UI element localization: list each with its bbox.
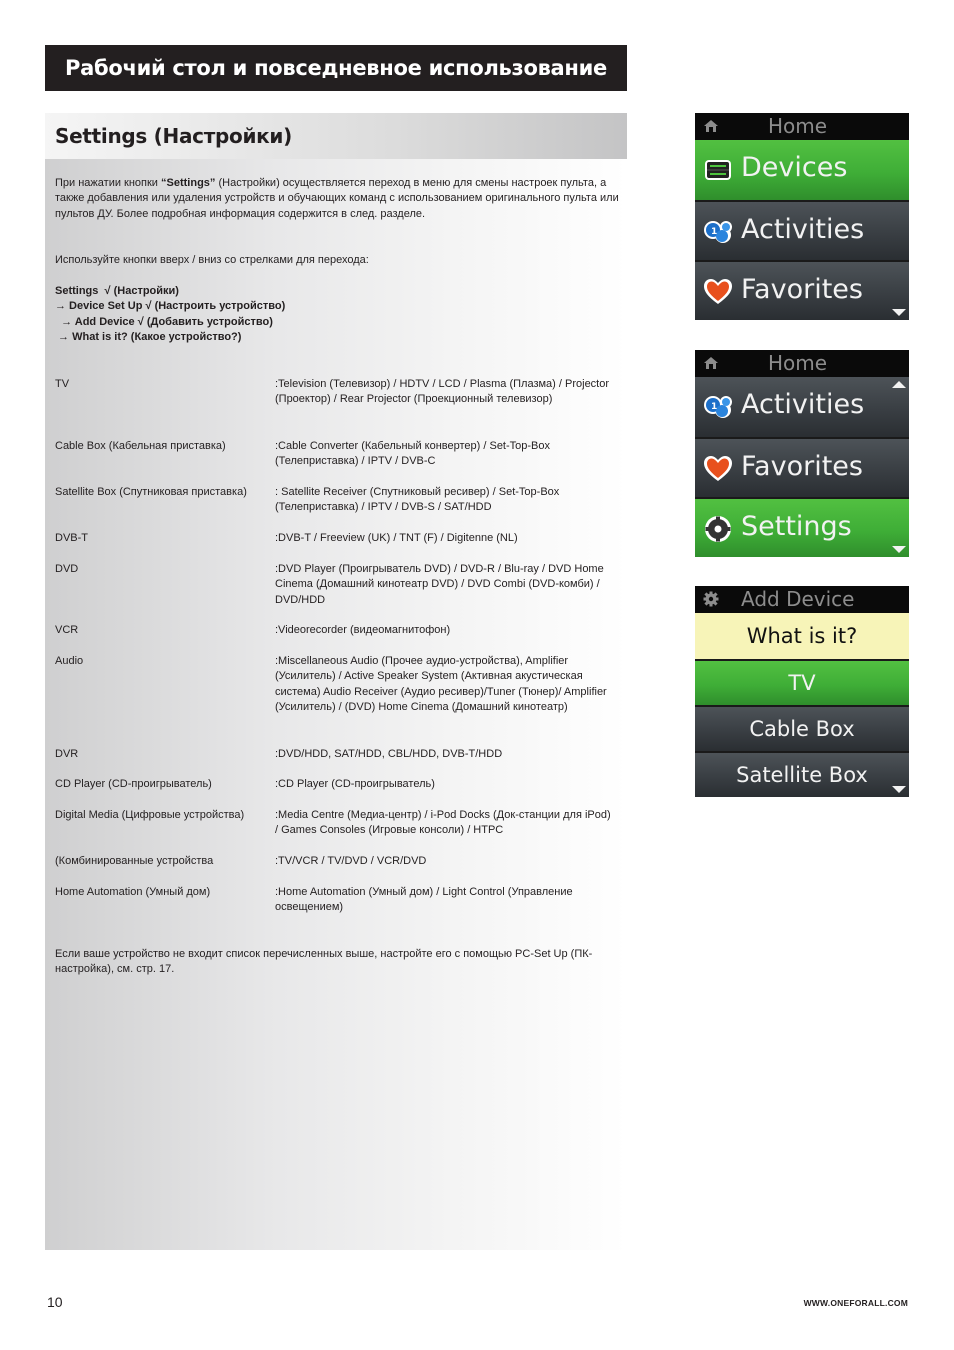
activities-icon: 1 <box>704 221 732 243</box>
device-type: Digital Media (Цифровые устройства) <box>55 809 245 821</box>
intro-prefix: При нажатии кнопки <box>55 177 162 189</box>
device-type: (Комбинированные устройства <box>55 855 214 867</box>
gear-icon <box>705 516 731 542</box>
device-desc: :DVD Player (Проигрыватель DVD) / DVD-R … <box>275 563 604 606</box>
device-desc: :Media Centre (Медиа-центр) / i-Pod Dock… <box>275 809 611 837</box>
path-step: → Device Set Up √ (Настроить устройство) <box>55 300 286 313</box>
screen-title-bar: Home <box>695 113 909 140</box>
scroll-down-arrow-icon[interactable] <box>892 546 906 553</box>
device-desc: :Cable Converter (Кабельный конвертер) /… <box>275 440 551 468</box>
device-type: CD Player (CD-проигрыватель) <box>55 778 212 790</box>
remote-screen-home-1: Home Devices 1 Activities Favorites <box>695 113 909 320</box>
screen-title-bar: Home <box>695 350 909 377</box>
scroll-down-arrow-icon[interactable] <box>892 786 906 793</box>
path-step: → What is it? (Какое устройство?) <box>55 331 242 344</box>
intro-paragraph: При нажатии кнопки “Settings” (Настройки… <box>55 176 620 222</box>
footer-note: Если ваше устройство не входит список пе… <box>55 948 593 976</box>
scroll-down-arrow-icon[interactable] <box>892 309 906 316</box>
section-title: Settings (Настройки) <box>55 124 292 148</box>
svg-text:1: 1 <box>711 227 717 237</box>
menu-item-label: Activities <box>741 389 865 420</box>
device-type: Cable Box (Кабельная приставка) <box>55 440 226 452</box>
menu-item-favorites[interactable]: Favorites <box>695 260 909 320</box>
svg-text:1: 1 <box>711 402 717 412</box>
menu-item-settings[interactable]: Settings <box>695 497 909 557</box>
heart-icon <box>704 456 732 481</box>
activities-icon: 1 <box>704 396 732 418</box>
heart-icon <box>704 279 732 304</box>
device-type: VCR <box>55 624 79 636</box>
prompt-bar: What is it? <box>695 613 909 659</box>
chapter-title: Рабочий стол и повседневное использовани… <box>65 56 607 80</box>
device-desc: :Videorecorder (видеомагнитофон) <box>275 624 451 636</box>
menu-item-label: Activities <box>741 214 865 245</box>
screen-title: Add Device <box>741 587 855 611</box>
path-step: → Add Device √ (Добавить устройство) <box>55 315 273 328</box>
option-label: Satellite Box <box>736 763 868 787</box>
intro-bold: “Settings” <box>161 177 216 189</box>
device-type: Home Automation (Умный дом) <box>55 886 211 898</box>
device-type: Satellite Box (Спутниковая приставка) <box>55 486 247 498</box>
device-desc: :TV/VCR / TV/DVD / VCR/DVD <box>275 855 427 867</box>
menu-item-label: Favorites <box>741 274 863 305</box>
menu-item-activities[interactable]: 1 Activities <box>695 377 909 437</box>
home-icon <box>704 120 718 132</box>
device-desc: : Satellite Receiver (Спутниковый ресиве… <box>275 486 560 514</box>
option-satellite-box[interactable]: Satellite Box <box>695 751 909 797</box>
section-header: Settings (Настройки) <box>45 113 627 159</box>
chapter-banner: Рабочий стол и повседневное использовани… <box>45 45 627 91</box>
screen-title: Home <box>768 114 828 138</box>
menu-item-devices[interactable]: Devices <box>695 140 909 200</box>
device-type: TV <box>55 378 70 390</box>
device-desc: :Home Automation (Умный дом) / Light Con… <box>275 886 573 914</box>
navigation-hint: Используйте кнопки вверх / вниз со стрел… <box>55 254 369 266</box>
option-label: TV <box>788 671 816 695</box>
menu-item-label: Favorites <box>741 451 863 482</box>
screen-title: Home <box>768 351 828 375</box>
screen-title-bar: Add Device <box>695 586 909 613</box>
option-tv[interactable]: TV <box>695 659 909 705</box>
page-number: 10 <box>47 1294 63 1310</box>
device-type: DVB-T <box>55 532 88 544</box>
option-cable-box[interactable]: Cable Box <box>695 705 909 751</box>
device-desc: :Television (Телевизор) / HDTV / LCD / P… <box>275 378 610 406</box>
home-icon <box>704 357 718 369</box>
gear-icon <box>703 591 719 607</box>
scroll-up-arrow-icon[interactable] <box>892 381 906 388</box>
remote-screen-home-2: Home 1 Activities Favorites Settings <box>695 350 909 557</box>
device-desc: :DVD/HDD, SAT/HDD, CBL/HDD, DVB-T/HDD <box>275 748 503 760</box>
device-type: DVR <box>55 748 79 760</box>
prompt-text: What is it? <box>746 624 858 648</box>
devices-icon <box>705 160 731 180</box>
menu-item-activities[interactable]: 1 Activities <box>695 200 909 260</box>
device-type: Audio <box>55 655 84 667</box>
remote-screen-add-device: Add Device What is it? TV Cable Box Sate… <box>695 586 909 797</box>
menu-item-label: Devices <box>741 152 848 183</box>
menu-path: Settings √ (Настройки) → Device Set Up √… <box>55 284 455 346</box>
device-desc: :Miscellaneous Audio (Прочее аудио-устро… <box>275 655 607 714</box>
menu-item-favorites[interactable]: Favorites <box>695 437 909 497</box>
option-label: Cable Box <box>749 717 855 741</box>
device-desc: :CD Player (CD-проигрыватель) <box>275 778 435 790</box>
device-type: DVD <box>55 563 79 575</box>
menu-item-label: Settings <box>741 511 852 542</box>
path-step: Settings √ (Настройки) <box>55 285 179 297</box>
device-desc: :DVB-T / Freeview (UK) / TNT (F) / Digit… <box>275 532 518 544</box>
website-url: WWW.ONEFORALL.COM <box>803 1298 908 1308</box>
